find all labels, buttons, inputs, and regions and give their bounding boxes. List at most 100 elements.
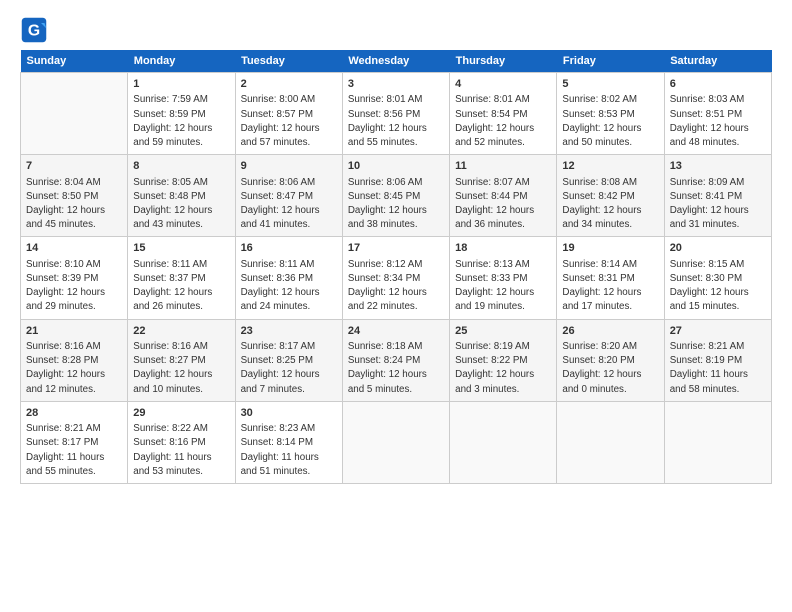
cal-cell: 18 Sunrise: 8:13 AMSunset: 8:33 PMDayligh… <box>450 237 557 319</box>
cal-cell: 1 Sunrise: 7:59 AMSunset: 8:59 PMDaylight… <box>128 73 235 155</box>
day-info: Sunrise: 8:18 AMSunset: 8:24 PMDaylight:… <box>348 341 427 395</box>
header-day-tuesday: Tuesday <box>235 50 342 73</box>
day-info: Sunrise: 8:06 AMSunset: 8:47 PMDaylight:… <box>241 177 320 231</box>
page: G SundayMondayTuesdayWednesdayThursdayFr… <box>0 0 792 612</box>
logo: G <box>20 16 52 44</box>
day-number: 1 <box>133 77 229 92</box>
day-number: 19 <box>562 241 658 256</box>
cal-cell: 7Sunrise: 8:04 AMSunset: 8:50 PMDaylight… <box>21 155 128 237</box>
cal-cell: 28 Sunrise: 8:21 AMSunset: 8:17 PMDayligh… <box>21 401 128 483</box>
day-number: 29 <box>133 406 229 421</box>
day-info: Sunrise: 8:04 AMSunset: 8:50 PMDaylight:… <box>26 177 105 231</box>
day-number: 24 <box>348 324 444 339</box>
cal-cell: 16 Sunrise: 8:11 AMSunset: 8:36 PMDayligh… <box>235 237 342 319</box>
cal-cell: 11 Sunrise: 8:07 AMSunset: 8:44 PMDayligh… <box>450 155 557 237</box>
calendar-table: SundayMondayTuesdayWednesdayThursdayFrid… <box>20 50 772 484</box>
day-info: Sunrise: 8:21 AMSunset: 8:19 PMDaylight:… <box>670 341 748 395</box>
day-info: Sunrise: 8:01 AMSunset: 8:54 PMDaylight:… <box>455 94 534 148</box>
day-info: Sunrise: 8:06 AMSunset: 8:45 PMDaylight:… <box>348 177 427 231</box>
cal-cell: 8 Sunrise: 8:05 AMSunset: 8:48 PMDaylight… <box>128 155 235 237</box>
cal-cell <box>557 401 664 483</box>
cal-cell: 3Sunrise: 8:01 AMSunset: 8:56 PMDaylight… <box>342 73 449 155</box>
cal-cell: 17 Sunrise: 8:12 AMSunset: 8:34 PMDayligh… <box>342 237 449 319</box>
day-number: 11 <box>455 159 551 174</box>
day-number: 3 <box>348 77 444 92</box>
day-number: 17 <box>348 241 444 256</box>
cal-cell: 23 Sunrise: 8:17 AMSunset: 8:25 PMDayligh… <box>235 319 342 401</box>
day-info: Sunrise: 8:07 AMSunset: 8:44 PMDaylight:… <box>455 177 534 231</box>
day-info: Sunrise: 8:14 AMSunset: 8:31 PMDaylight:… <box>562 259 641 313</box>
day-info: Sunrise: 8:12 AMSunset: 8:34 PMDaylight:… <box>348 259 427 313</box>
cal-cell <box>450 401 557 483</box>
header: G <box>20 16 772 44</box>
day-number: 30 <box>241 406 337 421</box>
cal-cell <box>664 401 771 483</box>
day-info: Sunrise: 8:10 AMSunset: 8:39 PMDaylight:… <box>26 259 105 313</box>
day-info: Sunrise: 8:11 AMSunset: 8:37 PMDaylight:… <box>133 259 212 313</box>
header-day-sunday: Sunday <box>21 50 128 73</box>
week-row-4: 21 Sunrise: 8:16 AMSunset: 8:28 PMDayligh… <box>21 319 772 401</box>
day-number: 8 <box>133 159 229 174</box>
day-info: Sunrise: 8:05 AMSunset: 8:48 PMDaylight:… <box>133 177 212 231</box>
day-number: 12 <box>562 159 658 174</box>
cal-cell: 5 Sunrise: 8:02 AMSunset: 8:53 PMDaylight… <box>557 73 664 155</box>
day-number: 25 <box>455 324 551 339</box>
day-number: 6 <box>670 77 766 92</box>
header-day-thursday: Thursday <box>450 50 557 73</box>
day-info: Sunrise: 8:09 AMSunset: 8:41 PMDaylight:… <box>670 177 749 231</box>
cal-cell: 27 Sunrise: 8:21 AMSunset: 8:19 PMDayligh… <box>664 319 771 401</box>
header-day-monday: Monday <box>128 50 235 73</box>
day-info: Sunrise: 8:02 AMSunset: 8:53 PMDaylight:… <box>562 94 641 148</box>
cal-cell <box>21 73 128 155</box>
cal-cell: 4Sunrise: 8:01 AMSunset: 8:54 PMDaylight… <box>450 73 557 155</box>
header-day-saturday: Saturday <box>664 50 771 73</box>
day-number: 28 <box>26 406 122 421</box>
day-info: Sunrise: 8:13 AMSunset: 8:33 PMDaylight:… <box>455 259 534 313</box>
week-row-5: 28 Sunrise: 8:21 AMSunset: 8:17 PMDayligh… <box>21 401 772 483</box>
cal-cell: 6 Sunrise: 8:03 AMSunset: 8:51 PMDaylight… <box>664 73 771 155</box>
week-row-1: 1 Sunrise: 7:59 AMSunset: 8:59 PMDaylight… <box>21 73 772 155</box>
day-info: Sunrise: 8:23 AMSunset: 8:14 PMDaylight:… <box>241 423 319 477</box>
day-info: Sunrise: 8:16 AMSunset: 8:27 PMDaylight:… <box>133 341 212 395</box>
cal-cell: 15 Sunrise: 8:11 AMSunset: 8:37 PMDayligh… <box>128 237 235 319</box>
day-number: 18 <box>455 241 551 256</box>
cal-cell: 19 Sunrise: 8:14 AMSunset: 8:31 PMDayligh… <box>557 237 664 319</box>
day-info: Sunrise: 8:15 AMSunset: 8:30 PMDaylight:… <box>670 259 749 313</box>
day-info: Sunrise: 8:22 AMSunset: 8:16 PMDaylight:… <box>133 423 211 477</box>
day-number: 2 <box>241 77 337 92</box>
cal-cell: 10 Sunrise: 8:06 AMSunset: 8:45 PMDayligh… <box>342 155 449 237</box>
day-info: Sunrise: 8:20 AMSunset: 8:20 PMDaylight:… <box>562 341 641 395</box>
day-number: 16 <box>241 241 337 256</box>
cal-cell: 9Sunrise: 8:06 AMSunset: 8:47 PMDaylight… <box>235 155 342 237</box>
day-number: 20 <box>670 241 766 256</box>
day-number: 21 <box>26 324 122 339</box>
day-number: 15 <box>133 241 229 256</box>
day-info: Sunrise: 8:16 AMSunset: 8:28 PMDaylight:… <box>26 341 105 395</box>
day-number: 5 <box>562 77 658 92</box>
cal-cell: 14Sunrise: 8:10 AMSunset: 8:39 PMDayligh… <box>21 237 128 319</box>
week-row-2: 7Sunrise: 8:04 AMSunset: 8:50 PMDaylight… <box>21 155 772 237</box>
cal-cell: 20 Sunrise: 8:15 AMSunset: 8:30 PMDayligh… <box>664 237 771 319</box>
header-row: SundayMondayTuesdayWednesdayThursdayFrid… <box>21 50 772 73</box>
day-info: Sunrise: 8:08 AMSunset: 8:42 PMDaylight:… <box>562 177 641 231</box>
cal-cell: 24 Sunrise: 8:18 AMSunset: 8:24 PMDayligh… <box>342 319 449 401</box>
cal-cell: 21 Sunrise: 8:16 AMSunset: 8:28 PMDayligh… <box>21 319 128 401</box>
day-info: Sunrise: 7:59 AMSunset: 8:59 PMDaylight:… <box>133 94 212 148</box>
week-row-3: 14Sunrise: 8:10 AMSunset: 8:39 PMDayligh… <box>21 237 772 319</box>
logo-icon: G <box>20 16 48 44</box>
day-number: 10 <box>348 159 444 174</box>
cal-cell: 25Sunrise: 8:19 AMSunset: 8:22 PMDayligh… <box>450 319 557 401</box>
day-info: Sunrise: 8:03 AMSunset: 8:51 PMDaylight:… <box>670 94 749 148</box>
day-info: Sunrise: 8:11 AMSunset: 8:36 PMDaylight:… <box>241 259 320 313</box>
day-info: Sunrise: 8:21 AMSunset: 8:17 PMDaylight:… <box>26 423 104 477</box>
day-info: Sunrise: 8:17 AMSunset: 8:25 PMDaylight:… <box>241 341 320 395</box>
cal-cell: 13Sunrise: 8:09 AMSunset: 8:41 PMDayligh… <box>664 155 771 237</box>
cal-cell: 22Sunrise: 8:16 AMSunset: 8:27 PMDayligh… <box>128 319 235 401</box>
day-number: 23 <box>241 324 337 339</box>
cal-cell: 12 Sunrise: 8:08 AMSunset: 8:42 PMDayligh… <box>557 155 664 237</box>
cal-cell <box>342 401 449 483</box>
cal-cell: 30 Sunrise: 8:23 AMSunset: 8:14 PMDayligh… <box>235 401 342 483</box>
svg-text:G: G <box>28 22 40 39</box>
day-number: 27 <box>670 324 766 339</box>
cal-cell: 2Sunrise: 8:00 AMSunset: 8:57 PMDaylight… <box>235 73 342 155</box>
